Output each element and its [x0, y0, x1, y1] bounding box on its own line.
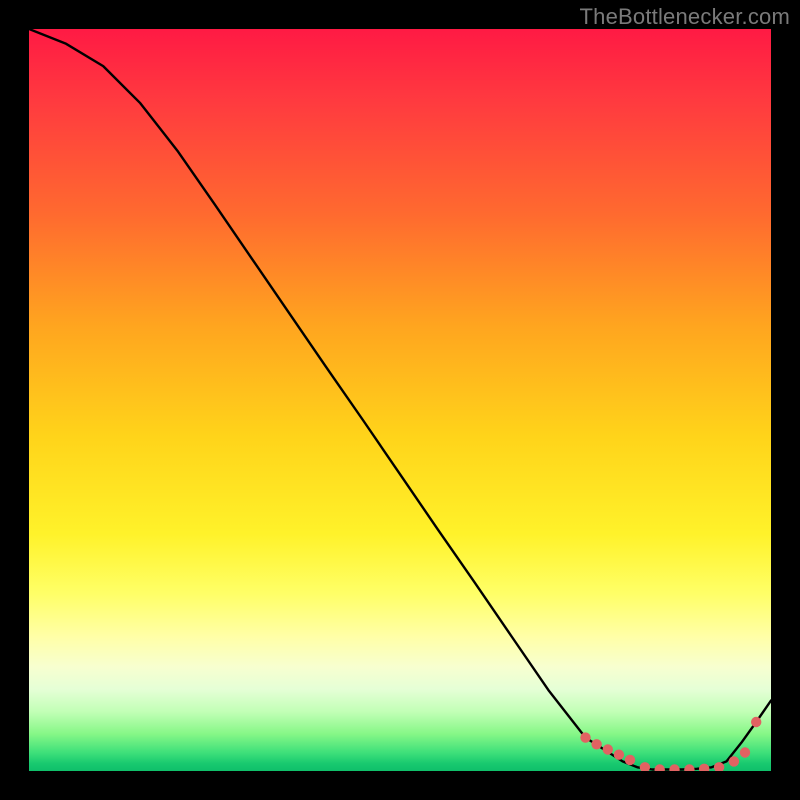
chart-markers — [580, 717, 761, 771]
chart-marker-dot — [684, 764, 694, 771]
chart-marker-dot — [625, 755, 635, 765]
chart-svg — [29, 29, 771, 771]
chart-marker-dot — [640, 762, 650, 771]
watermark-text: TheBottlenecker.com — [580, 4, 790, 30]
chart-marker-dot — [655, 764, 665, 771]
chart-marker-dot — [729, 756, 739, 766]
chart-marker-dot — [699, 764, 709, 771]
chart-marker-dot — [740, 747, 750, 757]
chart-marker-dot — [580, 732, 590, 742]
chart-marker-dot — [751, 717, 761, 727]
chart-marker-dot — [614, 750, 624, 760]
chart-line — [29, 29, 771, 770]
chart-marker-dot — [603, 744, 613, 754]
chart-marker-dot — [591, 739, 601, 749]
chart-frame: TheBottlenecker.com — [0, 0, 800, 800]
chart-marker-dot — [669, 764, 679, 771]
